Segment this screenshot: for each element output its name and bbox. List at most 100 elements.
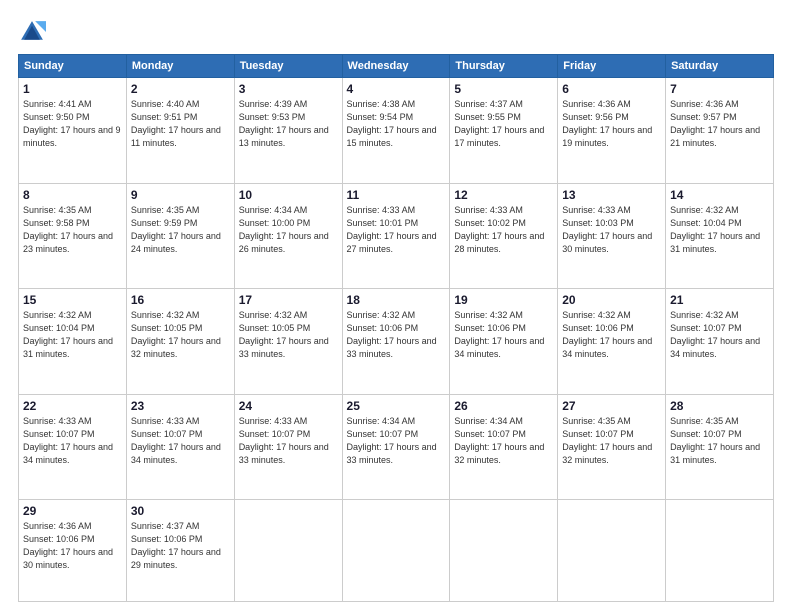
- day-info: Sunrise: 4:32 AMSunset: 10:04 PMDaylight…: [670, 205, 760, 254]
- day-number: 6: [562, 82, 661, 96]
- day-number: 21: [670, 293, 769, 307]
- day-number: 11: [347, 188, 446, 202]
- logo-icon: [18, 18, 46, 46]
- day-number: 30: [131, 504, 230, 518]
- calendar-cell: 16 Sunrise: 4:32 AMSunset: 10:05 PMDayli…: [126, 289, 234, 395]
- calendar-cell: 3 Sunrise: 4:39 AMSunset: 9:53 PMDayligh…: [234, 78, 342, 184]
- day-number: 22: [23, 399, 122, 413]
- day-number: 8: [23, 188, 122, 202]
- calendar-cell: 7 Sunrise: 4:36 AMSunset: 9:57 PMDayligh…: [666, 78, 774, 184]
- calendar-cell: 6 Sunrise: 4:36 AMSunset: 9:56 PMDayligh…: [558, 78, 666, 184]
- day-info: Sunrise: 4:37 AMSunset: 9:55 PMDaylight:…: [454, 99, 544, 148]
- calendar-cell: 15 Sunrise: 4:32 AMSunset: 10:04 PMDayli…: [19, 289, 127, 395]
- day-number: 19: [454, 293, 553, 307]
- day-number: 18: [347, 293, 446, 307]
- calendar-cell: [666, 500, 774, 602]
- calendar-cell: 26 Sunrise: 4:34 AMSunset: 10:07 PMDayli…: [450, 394, 558, 500]
- day-number: 13: [562, 188, 661, 202]
- day-info: Sunrise: 4:41 AMSunset: 9:50 PMDaylight:…: [23, 99, 121, 148]
- day-info: Sunrise: 4:34 AMSunset: 10:00 PMDaylight…: [239, 205, 329, 254]
- calendar-cell: [558, 500, 666, 602]
- calendar-week-row: 1 Sunrise: 4:41 AMSunset: 9:50 PMDayligh…: [19, 78, 774, 184]
- calendar-cell: 18 Sunrise: 4:32 AMSunset: 10:06 PMDayli…: [342, 289, 450, 395]
- calendar-cell: [234, 500, 342, 602]
- calendar-week-row: 8 Sunrise: 4:35 AMSunset: 9:58 PMDayligh…: [19, 183, 774, 289]
- day-number: 28: [670, 399, 769, 413]
- day-info: Sunrise: 4:35 AMSunset: 10:07 PMDaylight…: [562, 416, 652, 465]
- day-info: Sunrise: 4:39 AMSunset: 9:53 PMDaylight:…: [239, 99, 329, 148]
- day-info: Sunrise: 4:34 AMSunset: 10:07 PMDaylight…: [347, 416, 437, 465]
- calendar-cell: 27 Sunrise: 4:35 AMSunset: 10:07 PMDayli…: [558, 394, 666, 500]
- calendar-cell: 10 Sunrise: 4:34 AMSunset: 10:00 PMDayli…: [234, 183, 342, 289]
- day-number: 16: [131, 293, 230, 307]
- day-info: Sunrise: 4:33 AMSunset: 10:02 PMDaylight…: [454, 205, 544, 254]
- calendar-cell: 13 Sunrise: 4:33 AMSunset: 10:03 PMDayli…: [558, 183, 666, 289]
- calendar-cell: 24 Sunrise: 4:33 AMSunset: 10:07 PMDayli…: [234, 394, 342, 500]
- day-info: Sunrise: 4:32 AMSunset: 10:04 PMDaylight…: [23, 310, 113, 359]
- calendar-cell: 19 Sunrise: 4:32 AMSunset: 10:06 PMDayli…: [450, 289, 558, 395]
- day-number: 5: [454, 82, 553, 96]
- calendar-cell: 2 Sunrise: 4:40 AMSunset: 9:51 PMDayligh…: [126, 78, 234, 184]
- day-info: Sunrise: 4:32 AMSunset: 10:06 PMDaylight…: [562, 310, 652, 359]
- day-header-wednesday: Wednesday: [342, 55, 450, 78]
- page: SundayMondayTuesdayWednesdayThursdayFrid…: [0, 0, 792, 612]
- calendar-week-row: 29 Sunrise: 4:36 AMSunset: 10:06 PMDayli…: [19, 500, 774, 602]
- day-number: 17: [239, 293, 338, 307]
- day-info: Sunrise: 4:32 AMSunset: 10:06 PMDaylight…: [347, 310, 437, 359]
- day-number: 27: [562, 399, 661, 413]
- day-info: Sunrise: 4:36 AMSunset: 9:57 PMDaylight:…: [670, 99, 760, 148]
- calendar-cell: 22 Sunrise: 4:33 AMSunset: 10:07 PMDayli…: [19, 394, 127, 500]
- calendar-week-row: 22 Sunrise: 4:33 AMSunset: 10:07 PMDayli…: [19, 394, 774, 500]
- calendar-cell: 1 Sunrise: 4:41 AMSunset: 9:50 PMDayligh…: [19, 78, 127, 184]
- day-number: 7: [670, 82, 769, 96]
- day-number: 3: [239, 82, 338, 96]
- calendar-cell: [342, 500, 450, 602]
- calendar-cell: 21 Sunrise: 4:32 AMSunset: 10:07 PMDayli…: [666, 289, 774, 395]
- day-number: 4: [347, 82, 446, 96]
- day-info: Sunrise: 4:34 AMSunset: 10:07 PMDaylight…: [454, 416, 544, 465]
- day-info: Sunrise: 4:33 AMSunset: 10:07 PMDaylight…: [239, 416, 329, 465]
- calendar-cell: 8 Sunrise: 4:35 AMSunset: 9:58 PMDayligh…: [19, 183, 127, 289]
- day-info: Sunrise: 4:36 AMSunset: 10:06 PMDaylight…: [23, 521, 113, 570]
- day-header-tuesday: Tuesday: [234, 55, 342, 78]
- day-number: 2: [131, 82, 230, 96]
- day-info: Sunrise: 4:36 AMSunset: 9:56 PMDaylight:…: [562, 99, 652, 148]
- day-info: Sunrise: 4:35 AMSunset: 9:58 PMDaylight:…: [23, 205, 113, 254]
- calendar-cell: 12 Sunrise: 4:33 AMSunset: 10:02 PMDayli…: [450, 183, 558, 289]
- day-number: 10: [239, 188, 338, 202]
- calendar-cell: 25 Sunrise: 4:34 AMSunset: 10:07 PMDayli…: [342, 394, 450, 500]
- day-info: Sunrise: 4:38 AMSunset: 9:54 PMDaylight:…: [347, 99, 437, 148]
- calendar-cell: 5 Sunrise: 4:37 AMSunset: 9:55 PMDayligh…: [450, 78, 558, 184]
- day-info: Sunrise: 4:35 AMSunset: 9:59 PMDaylight:…: [131, 205, 221, 254]
- day-info: Sunrise: 4:33 AMSunset: 10:01 PMDaylight…: [347, 205, 437, 254]
- day-info: Sunrise: 4:32 AMSunset: 10:05 PMDaylight…: [239, 310, 329, 359]
- logo: [18, 18, 50, 46]
- day-header-saturday: Saturday: [666, 55, 774, 78]
- day-info: Sunrise: 4:33 AMSunset: 10:07 PMDaylight…: [131, 416, 221, 465]
- day-header-thursday: Thursday: [450, 55, 558, 78]
- day-number: 14: [670, 188, 769, 202]
- calendar-cell: 14 Sunrise: 4:32 AMSunset: 10:04 PMDayli…: [666, 183, 774, 289]
- day-info: Sunrise: 4:33 AMSunset: 10:07 PMDaylight…: [23, 416, 113, 465]
- day-number: 9: [131, 188, 230, 202]
- day-header-sunday: Sunday: [19, 55, 127, 78]
- calendar-cell: 9 Sunrise: 4:35 AMSunset: 9:59 PMDayligh…: [126, 183, 234, 289]
- calendar-cell: 20 Sunrise: 4:32 AMSunset: 10:06 PMDayli…: [558, 289, 666, 395]
- day-info: Sunrise: 4:32 AMSunset: 10:05 PMDaylight…: [131, 310, 221, 359]
- day-info: Sunrise: 4:37 AMSunset: 10:06 PMDaylight…: [131, 521, 221, 570]
- day-info: Sunrise: 4:32 AMSunset: 10:07 PMDaylight…: [670, 310, 760, 359]
- day-info: Sunrise: 4:35 AMSunset: 10:07 PMDaylight…: [670, 416, 760, 465]
- calendar-header-row: SundayMondayTuesdayWednesdayThursdayFrid…: [19, 55, 774, 78]
- day-number: 15: [23, 293, 122, 307]
- day-number: 12: [454, 188, 553, 202]
- day-info: Sunrise: 4:40 AMSunset: 9:51 PMDaylight:…: [131, 99, 221, 148]
- calendar-cell: 30 Sunrise: 4:37 AMSunset: 10:06 PMDayli…: [126, 500, 234, 602]
- day-header-friday: Friday: [558, 55, 666, 78]
- calendar-cell: 23 Sunrise: 4:33 AMSunset: 10:07 PMDayli…: [126, 394, 234, 500]
- day-info: Sunrise: 4:33 AMSunset: 10:03 PMDaylight…: [562, 205, 652, 254]
- day-number: 23: [131, 399, 230, 413]
- calendar-table: SundayMondayTuesdayWednesdayThursdayFrid…: [18, 54, 774, 602]
- calendar-cell: 28 Sunrise: 4:35 AMSunset: 10:07 PMDayli…: [666, 394, 774, 500]
- day-number: 20: [562, 293, 661, 307]
- header: [18, 18, 774, 46]
